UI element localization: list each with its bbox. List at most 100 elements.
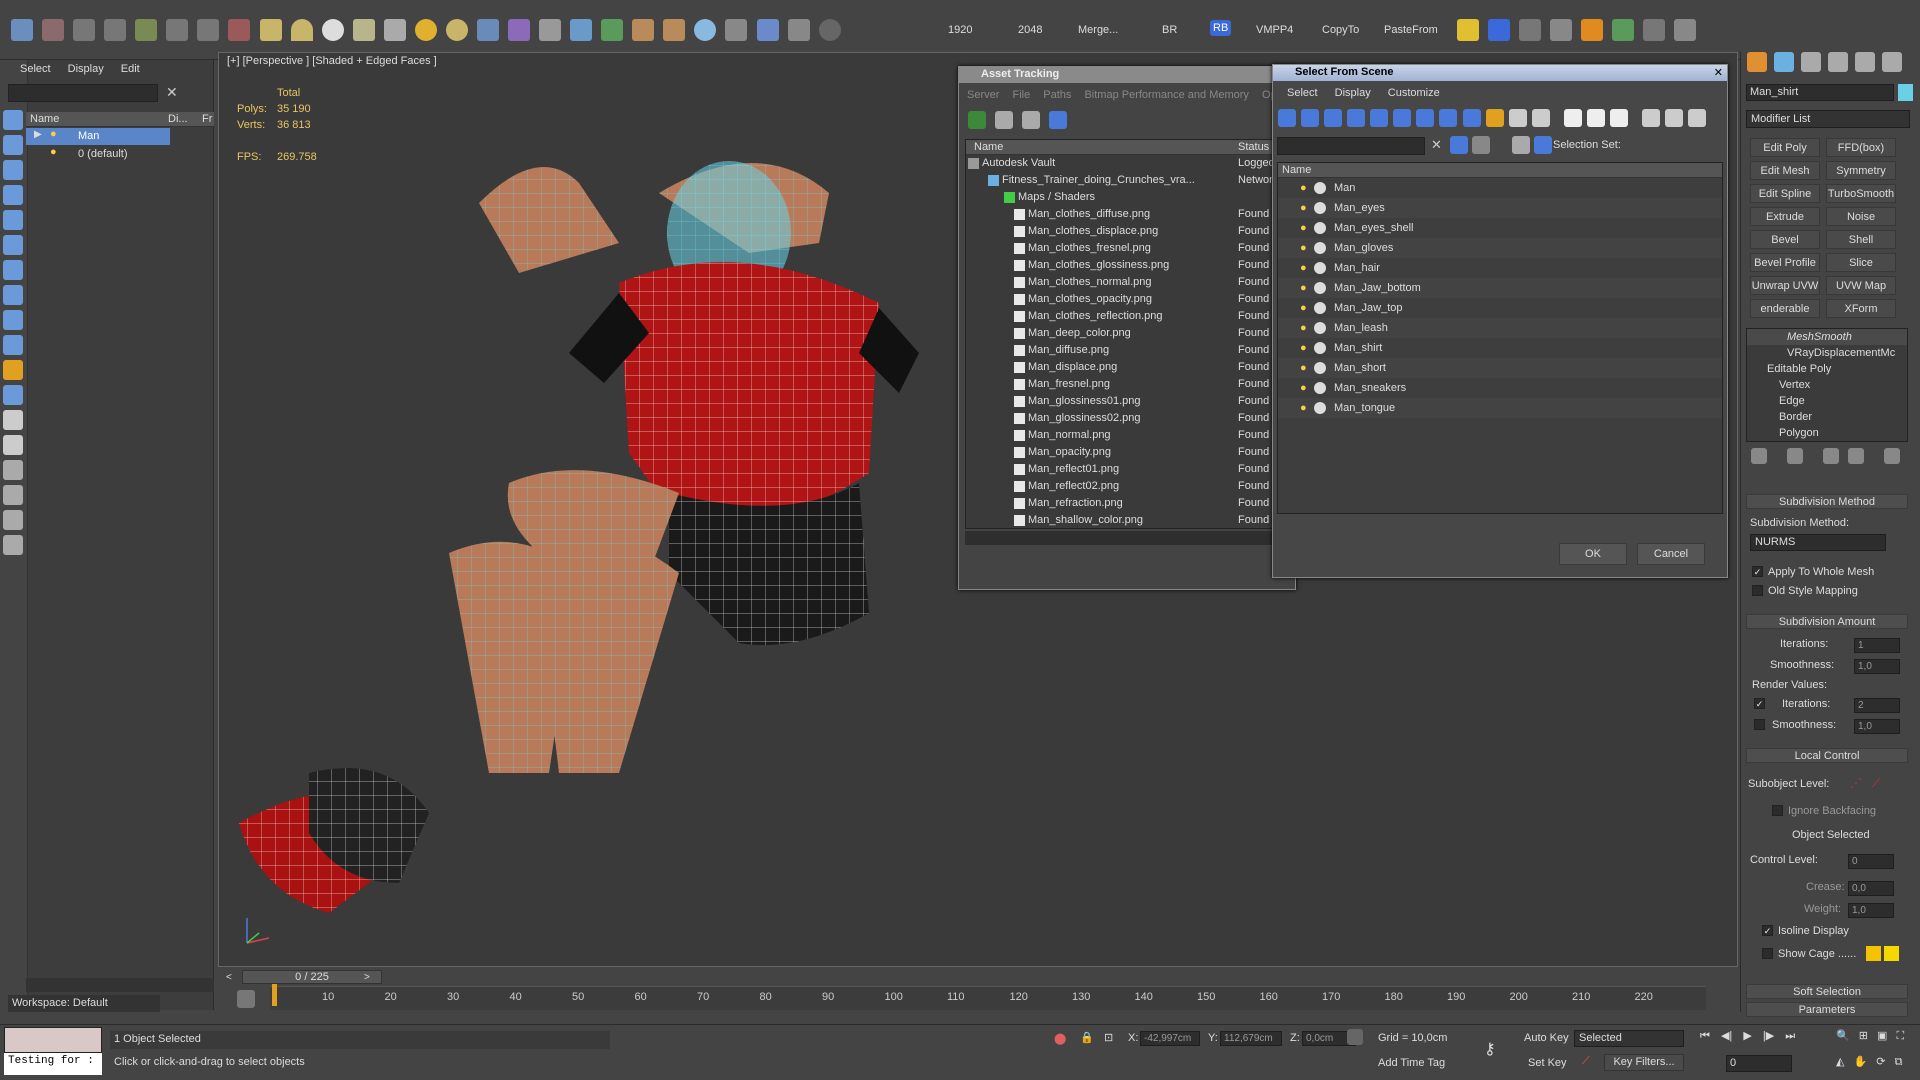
weight-spinner[interactable]: 1,0	[1848, 903, 1894, 918]
stack-item[interactable]: Edge	[1747, 393, 1907, 409]
asset-row[interactable]: Man_clothes_glossiness.png Found	[966, 257, 1284, 274]
asset-row[interactable]: Maps / Shaders	[966, 189, 1284, 206]
light-filter-icon[interactable]	[3, 185, 23, 205]
gear-icon[interactable]	[570, 19, 593, 41]
key-mode-select[interactable]: Selected	[1574, 1030, 1684, 1047]
asset-row[interactable]: Man_clothes_opacity.png Found	[966, 291, 1284, 308]
explorer-scrollbar[interactable]	[26, 978, 214, 992]
helper-icon[interactable]	[1370, 109, 1389, 127]
go-to-start-icon[interactable]: ⏮	[1700, 1030, 1710, 1042]
fov-icon[interactable]: ◭	[1836, 1056, 1844, 1068]
layers-icon[interactable]	[1688, 109, 1707, 127]
menu-customize[interactable]: Customize	[1388, 87, 1440, 99]
bulb-icon[interactable]: ●	[1300, 178, 1307, 198]
helper-filter-icon[interactable]	[3, 235, 23, 255]
maxscript-input[interactable]: Testing for :	[4, 1053, 102, 1075]
bulb-icon[interactable]: ●	[1300, 338, 1307, 358]
stack-item[interactable]: Polygon	[1747, 425, 1907, 441]
rotate-tool-icon[interactable]	[197, 19, 220, 41]
adaptive-degradation-icon[interactable]	[1347, 1029, 1363, 1045]
play-icon[interactable]: ▶	[1743, 1030, 1751, 1042]
bulb-icon[interactable]: ●	[1300, 238, 1307, 258]
walk-icon[interactable]: ⧉	[1895, 1056, 1903, 1068]
toolbar-pastefrom[interactable]: PasteFrom	[1384, 24, 1438, 36]
menu-server[interactable]: Server	[967, 89, 999, 101]
scene-object-row[interactable]: ● Man_gloves	[1278, 238, 1722, 258]
crease-spinner[interactable]: 0,0	[1848, 881, 1894, 896]
maximize-viewport-icon[interactable]: ⛶	[1897, 1030, 1905, 1042]
menu-select[interactable]: Select	[20, 63, 51, 75]
shape-icon[interactable]	[1301, 109, 1320, 127]
container-icon[interactable]	[1485, 109, 1504, 127]
asset-row[interactable]: Man_diffuse.png Found	[966, 342, 1284, 359]
modifier-button[interactable]: Edit Mesh	[1750, 161, 1820, 180]
hierarchy-icon[interactable]	[3, 510, 23, 530]
modify-tab-icon[interactable]	[1774, 52, 1795, 72]
edge-level-icon[interactable]: ⟋	[1872, 776, 1880, 791]
col-name[interactable]: Name	[30, 113, 59, 125]
bulb-icon[interactable]: ●	[1300, 358, 1307, 378]
render-frame-icon[interactable]	[42, 19, 65, 41]
modifier-button[interactable]: Noise	[1826, 207, 1896, 226]
refresh-icon[interactable]	[968, 111, 986, 129]
filter-options-icon[interactable]	[1472, 136, 1490, 154]
asset-row[interactable]: Man_glossiness02.png Found	[966, 410, 1284, 427]
toolbar-copyto[interactable]: CopyTo	[1322, 24, 1359, 36]
col-display[interactable]: Di...	[168, 113, 188, 125]
subdivision-amount-rollout[interactable]: Subdivision Amount	[1746, 614, 1908, 629]
asset-row[interactable]: Man_shallow_color.png Found	[966, 512, 1284, 529]
smoothness-spinner[interactable]: 1,0	[1854, 659, 1900, 674]
schematic-icon[interactable]	[228, 19, 251, 41]
camera-icon[interactable]	[539, 19, 562, 41]
add-time-tag[interactable]: Add Time Tag	[1378, 1057, 1445, 1069]
plant-icon[interactable]	[601, 19, 624, 41]
clone-icon[interactable]	[787, 19, 810, 41]
layers-icon[interactable]	[3, 535, 23, 555]
scene-object-row[interactable]: ● Man_eyes	[1278, 198, 1722, 218]
render-smoothness-spinner[interactable]: 1,0	[1854, 719, 1900, 734]
light-lister-icon[interactable]	[135, 19, 158, 41]
col-name[interactable]: Name	[974, 141, 1003, 153]
toolbar-item-1920[interactable]: 1920	[948, 24, 972, 36]
modifier-button[interactable]: UVW Map	[1826, 276, 1896, 295]
bulb-icon[interactable]: ●	[1300, 378, 1307, 398]
scene-object-row[interactable]: ● Man_Jaw_bottom	[1278, 278, 1722, 298]
bulb-icon[interactable]: ●	[1300, 198, 1307, 218]
next-frame-icon[interactable]: >	[364, 972, 370, 983]
frozen-filter-icon[interactable]	[3, 385, 23, 405]
scene-object-row[interactable]: ● Man_leash	[1278, 318, 1722, 338]
render-iterations-spinner[interactable]: 2	[1854, 698, 1900, 713]
geometry-icon[interactable]	[1278, 109, 1296, 127]
cancel-button[interactable]: Cancel	[1637, 543, 1705, 565]
current-frame-field[interactable]: 0	[1726, 1055, 1792, 1072]
asset-row[interactable]: Autodesk Vault Logged	[966, 155, 1284, 172]
table-view-icon[interactable]	[1022, 111, 1041, 129]
asset-row[interactable]: Man_clothes_reflection.png Found	[966, 308, 1284, 325]
fur-icon[interactable]	[663, 19, 686, 41]
asset-row[interactable]: Man_opacity.png Found	[966, 444, 1284, 461]
modifier-button[interactable]: Shell	[1826, 230, 1896, 249]
bulb-icon[interactable]: ●	[1300, 298, 1307, 318]
xref-icon[interactable]	[1439, 109, 1458, 127]
ignore-backfacing-checkbox[interactable]	[1772, 805, 1783, 816]
rc-icon[interactable]	[1488, 19, 1511, 41]
render-iterations-checkbox[interactable]: ✓	[1754, 698, 1765, 709]
render-smoothness-checkbox[interactable]	[1754, 719, 1765, 730]
toolbar-rb[interactable]: RB	[1210, 20, 1232, 36]
pan-icon[interactable]: ✋	[1854, 1056, 1868, 1068]
zoom-extents-icon[interactable]: ▣	[1877, 1030, 1887, 1042]
bulb-icon[interactable]: ●	[1300, 218, 1307, 238]
asset-row[interactable]: Man_clothes_fresnel.png Found	[966, 240, 1284, 257]
close-icon[interactable]: ✕	[166, 84, 178, 101]
configure-sets-icon[interactable]	[1884, 448, 1901, 464]
isolate-icon[interactable]: ⬤	[1054, 1032, 1066, 1045]
material-sphere-icon[interactable]	[694, 19, 717, 41]
toolbar-vmpp4[interactable]: VMPP4	[1256, 24, 1293, 36]
bulb-icon[interactable]: ●	[1300, 398, 1307, 418]
close-icon[interactable]: ✕	[1714, 66, 1723, 79]
asset-row[interactable]: Man_reflect01.png Found	[966, 461, 1284, 478]
teapot-icon[interactable]	[11, 19, 33, 41]
next-key-icon[interactable]: |▶	[1763, 1030, 1774, 1042]
time-slider[interactable]: 0 / 225	[242, 970, 382, 984]
selection-set-icon[interactable]	[1534, 136, 1552, 154]
